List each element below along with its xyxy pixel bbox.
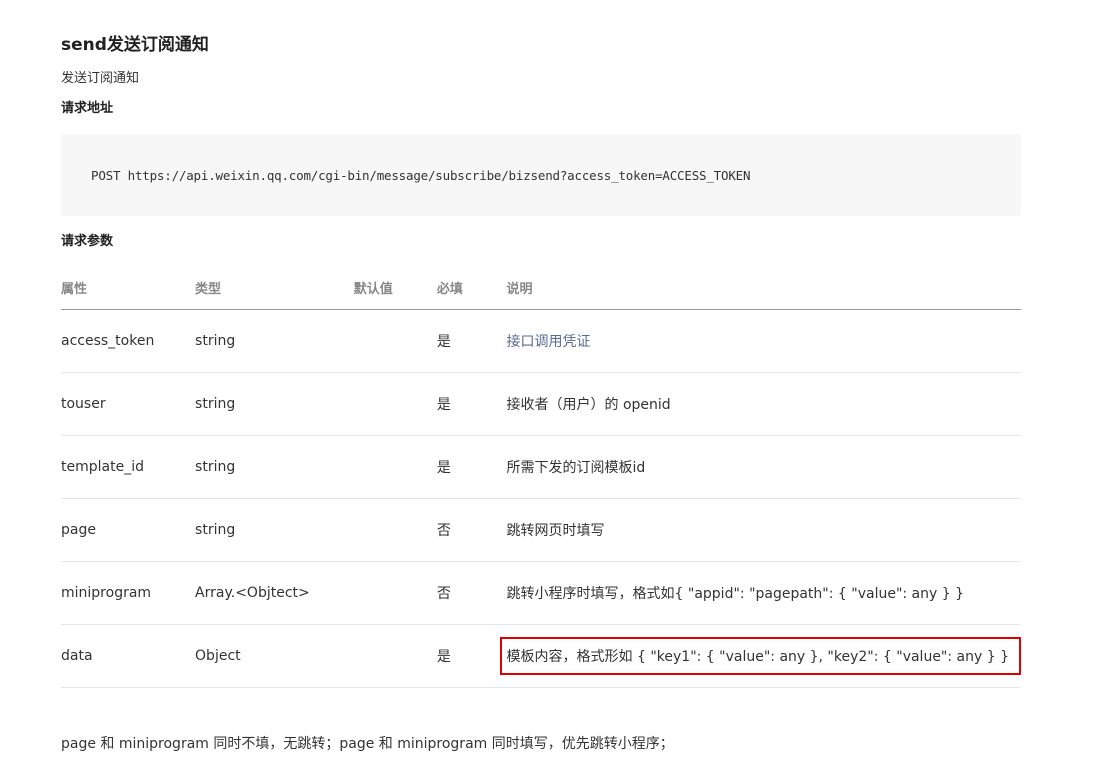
param-name: touser	[61, 372, 196, 436]
param-required: 是	[436, 309, 507, 373]
table-row: miniprogram Array.<Objtect> 否 跳转小程序时填写，格…	[61, 561, 1021, 625]
highlighted-description-box: 模板内容，格式形如 { "key1": { "value": any }, "k…	[499, 637, 1021, 675]
param-name: page	[61, 498, 196, 562]
column-header-required: 必填	[436, 266, 507, 310]
param-type: string	[195, 498, 354, 562]
param-required: 是	[436, 624, 507, 688]
request-url-text: POST https://api.weixin.qq.com/cgi-bin/m…	[91, 167, 751, 183]
request-url-code-block: POST https://api.weixin.qq.com/cgi-bin/m…	[61, 134, 1021, 216]
column-header-attribute: 属性	[61, 266, 196, 310]
param-name: data	[61, 624, 196, 688]
param-type: string	[195, 309, 354, 373]
param-default	[353, 498, 437, 562]
param-name: miniprogram	[61, 561, 196, 625]
param-default	[353, 372, 437, 436]
access-token-doc-link[interactable]: 接口调用凭证	[507, 334, 591, 350]
param-description: 所需下发的订阅模板id	[506, 435, 1021, 499]
params-heading: 请求参数	[61, 234, 114, 249]
param-default	[353, 309, 437, 373]
param-required: 否	[436, 498, 507, 562]
jump-rule-note: page 和 miniprogram 同时不填，无跳转；page 和 minip…	[61, 736, 674, 752]
column-header-default: 默认值	[353, 266, 437, 310]
param-description: 跳转网页时填写	[506, 498, 1021, 562]
params-table-header-row: 属性 类型 默认值 必填 说明	[61, 266, 1021, 310]
param-description: 接口调用凭证	[506, 309, 1021, 373]
page-title: send发送订阅通知	[61, 35, 209, 55]
param-type: Object	[195, 624, 354, 688]
param-name: template_id	[61, 435, 196, 499]
param-description: 接收者（用户）的 openid	[506, 372, 1021, 436]
column-header-description: 说明	[506, 266, 1021, 310]
table-row: template_id string 是 所需下发的订阅模板id	[61, 435, 1021, 499]
param-required: 是	[436, 435, 507, 499]
param-default	[353, 435, 437, 499]
param-type: Array.<Objtect>	[195, 561, 354, 625]
param-type: string	[195, 372, 354, 436]
param-description: 跳转小程序时填写，格式如{ "appid": "pagepath": { "va…	[506, 561, 1021, 625]
table-row: access_token string 是 接口调用凭证	[61, 309, 1021, 373]
param-default	[353, 561, 437, 625]
param-description: 模板内容，格式形如 { "key1": { "value": any }, "k…	[499, 624, 1021, 688]
request-url-heading: 请求地址	[61, 101, 114, 116]
table-row: data Object 是 模板内容，格式形如 { "key1": { "val…	[61, 624, 1021, 688]
page-subtitle: 发送订阅通知	[61, 71, 140, 86]
param-required: 否	[436, 561, 507, 625]
table-row: touser string 是 接收者（用户）的 openid	[61, 372, 1021, 436]
column-header-type: 类型	[195, 266, 354, 310]
params-table: 属性 类型 默认值 必填 说明 access_token string 是 接口…	[61, 266, 1021, 688]
param-required: 是	[436, 372, 507, 436]
table-row: page string 否 跳转网页时填写	[61, 498, 1021, 562]
param-default	[353, 624, 437, 688]
param-type: string	[195, 435, 354, 499]
param-name: access_token	[61, 309, 196, 373]
